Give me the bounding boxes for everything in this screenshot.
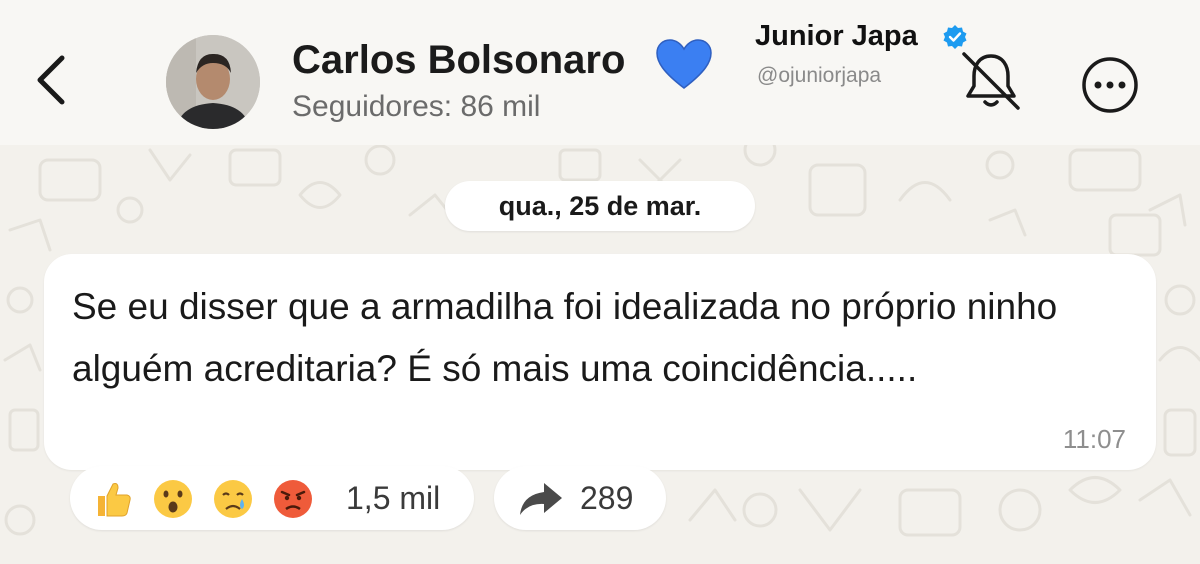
avatar-photo (166, 35, 260, 129)
message-text: Se eu disser que a armadilha foi idealiz… (72, 286, 1058, 389)
surprised-face-icon (154, 480, 192, 518)
angry-face-icon (274, 480, 312, 518)
bell-slash-icon[interactable] (958, 48, 1024, 114)
watermark-handle: @ojuniorjapa (757, 64, 882, 87)
chat-header: Carlos Bolsonaro Seguidores: 86 mil Juni… (0, 0, 1200, 145)
subscriber-count: Seguidores: 86 mil (292, 90, 541, 123)
reaction-count: 1,5 mil (346, 480, 441, 516)
date-separator: qua., 25 de mar. (445, 181, 755, 231)
thumbs-up-icon (98, 483, 131, 517)
message-bubble[interactable]: Se eu disser que a armadilha foi idealiz… (44, 254, 1156, 470)
channel-name: Carlos Bolsonaro (292, 38, 626, 82)
forward-count: 289 (580, 480, 634, 516)
chevron-left-icon[interactable] (28, 50, 72, 110)
message-time: 11:07 (1062, 424, 1126, 454)
crying-face-icon (214, 480, 252, 518)
forward-button[interactable]: 289 (494, 466, 666, 530)
blue-heart-icon (656, 39, 712, 89)
watermark-name: Junior Japa (755, 20, 918, 52)
ellipsis-circle-icon[interactable] (1080, 55, 1140, 115)
verified-badge-icon (943, 25, 967, 49)
forward-arrow-icon (520, 483, 562, 515)
reactions-bar[interactable]: 1,5 mil (70, 466, 474, 530)
avatar[interactable] (166, 35, 260, 129)
